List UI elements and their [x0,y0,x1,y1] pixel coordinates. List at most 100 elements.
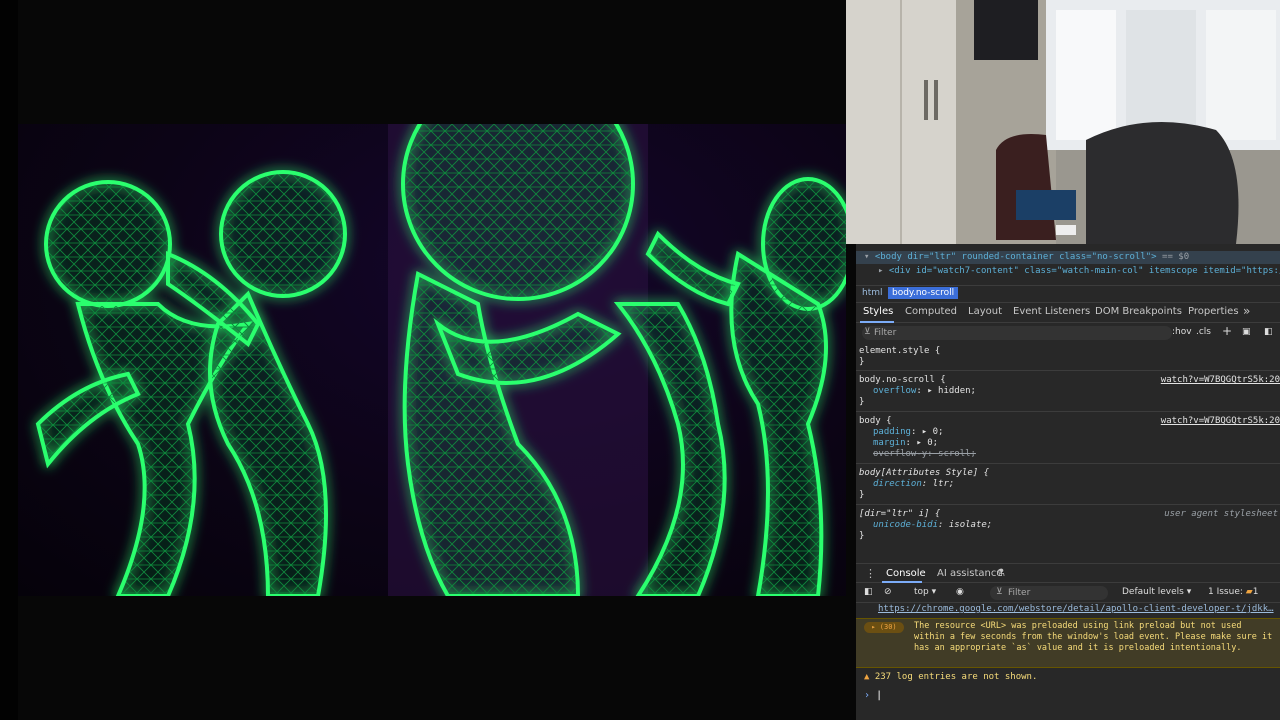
clear-console-icon[interactable]: ⊘ [884,587,892,597]
hidden-entries-text: 237 log entries are not shown. [874,672,1038,682]
breadcrumb-body[interactable]: body.no-scroll [888,287,959,299]
rule-close: } [859,531,865,541]
tab-ai-assistance[interactable]: AI assistance [937,568,1003,579]
console-warning[interactable]: ▸ (30) The resource <URL> was preloaded … [856,618,1280,668]
class-toggle[interactable]: .cls [1196,327,1211,337]
filter-placeholder: Filter [874,328,897,338]
property-value: ltr; [932,479,955,489]
rule-source-link[interactable]: watch?v=W7BQGQtrS5k:20 [1161,416,1280,426]
rule-declaration[interactable]: unicode-bidi: isolate; [873,520,992,531]
property-name: margin [873,438,906,448]
new-rule-button[interactable]: + [1222,324,1232,338]
styles-tabbar: Styles Computed Layout Event Listeners D… [856,302,1280,323]
property-name: overflow [873,386,917,396]
webcam-scene [846,0,1280,244]
tab-styles[interactable]: Styles [863,306,893,317]
property-name: padding [873,427,911,437]
rule-body[interactable]: body { watch?v=W7BQGQtrS5k:20 padding: ▸… [856,413,1280,464]
flask-icon: ⚗ [996,568,1005,579]
property-value: hidden; [938,386,976,396]
property-value: 0; [932,427,944,437]
overridden-declaration[interactable]: overflow-y: scroll; [873,449,976,460]
rule-source-link[interactable]: watch?v=W7BQGQtrS5k:20 [1161,375,1280,385]
context-selector[interactable]: top ▾ [914,587,936,597]
breadcrumb-html[interactable]: html [858,287,887,299]
issues-label: 1 Issue: [1208,587,1243,597]
rule-declaration[interactable]: overflow: ▸ hidden; [873,386,976,397]
eye-icon[interactable]: ◉ [956,587,964,597]
paint-icon[interactable]: ▣ [1242,327,1251,337]
prompt-chevron-icon: › [864,690,871,701]
drawer-tabbar: ⋮ Console AI assistance ⚗ [856,563,1280,583]
tab-layout[interactable]: Layout [968,306,1002,317]
rule-declaration[interactable]: margin: ▸ 0; [873,438,938,449]
styles-filter-input[interactable]: ⊻ Filter [862,326,1172,340]
active-drawer-tab-indicator [882,581,922,583]
filter-icon: ⊻ [864,327,871,337]
dom-selected-marker: == $0 [1162,252,1190,262]
drawer-menu-icon[interactable]: ⋮ [865,567,876,580]
console-filter-input[interactable]: ⊻ Filter [990,586,1108,600]
sidebar-toggle-icon[interactable]: ◧ [1264,327,1273,337]
video-player[interactable] [0,0,856,720]
tab-event-listeners[interactable]: Event Listeners [1013,306,1090,317]
rule-close: } [859,357,865,367]
rule-dir-ltr[interactable]: [dir="ltr" i] { user agent stylesheet un… [856,506,1280,546]
rule-attributes-style[interactable]: body[Attributes Style] { direction: ltr;… [856,465,1280,505]
rule-close: } [859,397,865,407]
issues-icon: ▰ [1245,587,1253,597]
more-tabs-icon[interactable]: » [1243,304,1250,318]
dom-node-div-text: <div id="watch7-content" class="watch-ma… [888,266,1280,276]
context-label: top [914,587,929,597]
filter-placeholder: Filter [1008,588,1031,598]
rule-selector: element.style { [859,346,941,356]
dom-node-body[interactable]: ▾ <body dir="ltr" rounded-container clas… [856,251,1280,264]
collapse-triangle-icon[interactable]: ▸ [878,266,889,276]
tab-console[interactable]: Console [886,568,926,579]
sidebar-icon[interactable]: ◧ [864,587,873,597]
rule-declaration[interactable]: padding: ▸ 0; [873,427,943,438]
elements-dom-tree[interactable]: ▾ <body dir="ltr" rounded-container clas… [856,248,1280,284]
warning-repeat-count: (30) [879,623,897,631]
rule-selector: body[Attributes Style] { [859,468,990,478]
rule-declaration[interactable]: direction: ltr; [873,479,954,490]
left-edge-strip [0,0,18,720]
rule-close: } [859,490,865,500]
video-frame[interactable] [18,124,846,596]
tab-dom-breakpoints[interactable]: DOM Breakpoints [1095,306,1182,317]
rule-element-style[interactable]: element.style { } [856,343,1280,371]
rule-selector: [dir="ltr" i] { [859,509,941,519]
property-value: 0; [927,438,939,448]
console-toolbar: ◧ ⊘ top ▾ ◉ ⊻ Filter Default levels ▾ 1 … [856,584,1280,603]
issues-count: 1 [1252,587,1259,597]
devtools-panel[interactable]: ▾ <body dir="ltr" rounded-container clas… [856,244,1280,720]
dom-node-body-text: <body dir="ltr" rounded-container class=… [874,252,1157,262]
tab-computed[interactable]: Computed [905,306,957,317]
issues-button[interactable]: 1 Issue: ▰1 [1208,587,1258,597]
expand-triangle-icon[interactable]: ▾ [856,252,875,262]
rule-source-ua: user agent stylesheet [1164,509,1278,519]
warning-repeat-badge: ▸ (30) [864,622,904,633]
log-levels-label: Default levels [1122,587,1184,597]
active-tab-indicator [860,321,894,323]
hover-state-toggle[interactable]: :hov [1172,327,1192,337]
style-rules: element.style { } body.no-scroll { watch… [856,343,1280,558]
property-name: unicode-bidi [873,520,939,530]
text-cursor: | [876,690,883,701]
webcam-feed [846,0,1280,244]
dom-node-div[interactable]: ▸ <div id="watch7-content" class="watch-… [856,265,1280,278]
console-source-link[interactable]: https://chrome.google.com/webstore/detai… [878,604,1274,614]
tab-properties[interactable]: Properties [1188,306,1239,317]
log-levels-dropdown[interactable]: Default levels ▾ [1122,587,1191,597]
console-messages: https://chrome.google.com/webstore/detai… [856,604,1280,720]
property-name: direction [873,479,922,489]
console-prompt[interactable]: › | [864,690,882,701]
breadcrumb: html body.no-scroll [856,285,1280,299]
hidden-entries-notice[interactable]: ▲ 237 log entries are not shown. [864,672,1037,682]
styles-filter-row: ⊻ Filter :hov .cls + ▣ ◧ [856,324,1280,342]
rule-body-no-scroll[interactable]: body.no-scroll { watch?v=W7BQGQtrS5k:20 … [856,372,1280,412]
rule-selector: body { [859,416,892,426]
rule-selector: body.no-scroll { [859,375,946,385]
property-value: isolate; [948,520,993,530]
warning-icon: ▲ [864,672,870,682]
